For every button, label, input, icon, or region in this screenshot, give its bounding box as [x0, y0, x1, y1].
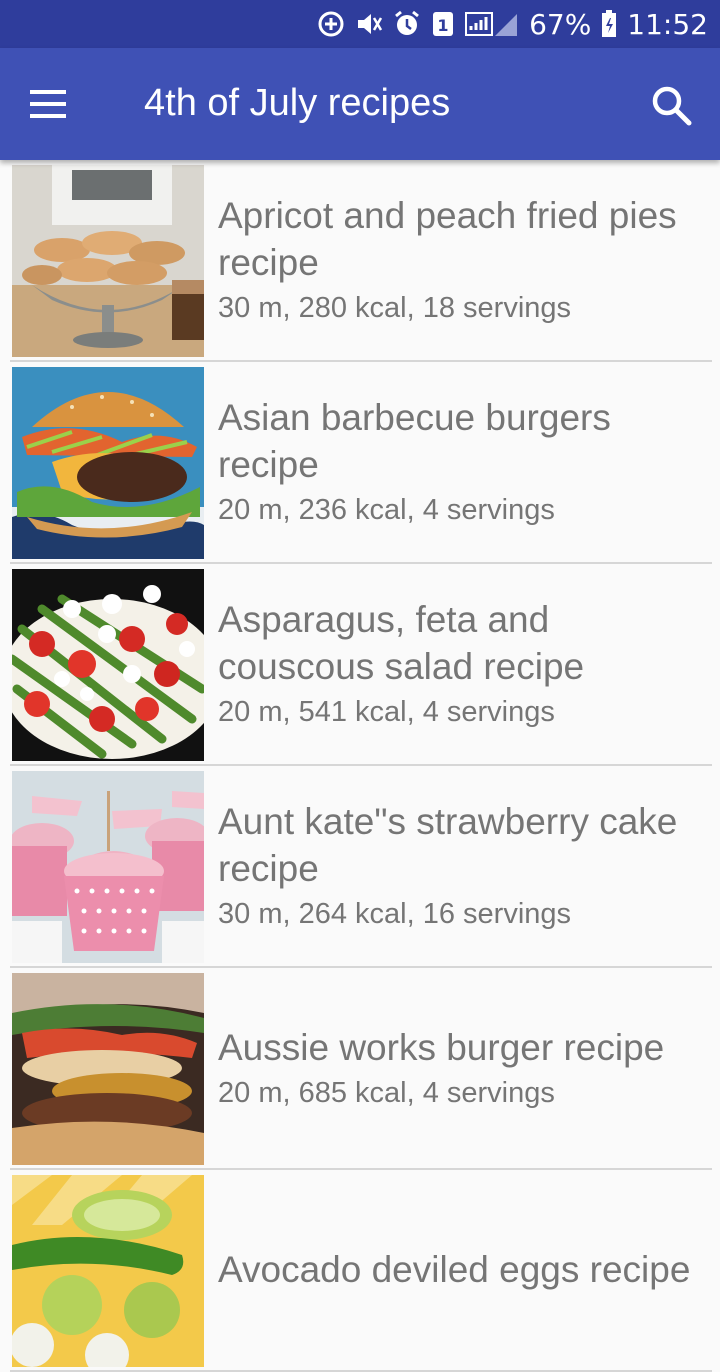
- battery-percent: 67%: [529, 7, 592, 41]
- list-item[interactable]: Asian barbecue burgers recipe 20 m, 236 …: [10, 362, 712, 564]
- recipe-title: Aunt kate"s strawberry cake recipe: [218, 801, 678, 889]
- cupcake-photo: [12, 771, 204, 963]
- recipe-text: Aunt kate"s strawberry cake recipe 30 m,…: [218, 766, 712, 966]
- list-item[interactable]: Avocado deviled eggs recipe: [10, 1170, 712, 1372]
- recipe-meta: 30 m, 264 kcal, 16 servings: [218, 898, 572, 930]
- recipe-meta: 30 m, 280 kcal, 18 servings: [218, 292, 572, 324]
- status-bar: 1 67% 11:52: [0, 0, 720, 48]
- battery-icon: [601, 10, 617, 38]
- avocado-eggs-photo: [12, 1175, 204, 1367]
- recipe-meta: 20 m, 685 kcal, 4 servings: [218, 1076, 555, 1109]
- svg-text:1: 1: [437, 16, 448, 35]
- recipe-title: Apricot and peach fried pies recipe: [218, 195, 677, 283]
- aussie-burger-photo: [12, 973, 204, 1165]
- clock: 11:52: [627, 7, 708, 41]
- sim-icon: 1: [431, 10, 455, 38]
- recipe-title: Asian barbecue burgers recipe: [218, 397, 611, 485]
- salad-photo: [12, 569, 204, 761]
- recipe-text: Aussie works burger recipe 20 m, 685 kca…: [218, 968, 712, 1168]
- recipe-text: Asian barbecue burgers recipe 20 m, 236 …: [218, 362, 712, 562]
- recipe-title: Aussie works burger recipe: [218, 1026, 665, 1068]
- hamburger-menu-icon[interactable]: [28, 84, 84, 124]
- list-item[interactable]: Asparagus, feta and couscous salad recip…: [10, 564, 712, 766]
- list-item[interactable]: Aussie works burger recipe 20 m, 685 kca…: [10, 968, 712, 1170]
- list-item[interactable]: Aunt kate"s strawberry cake recipe 30 m,…: [10, 766, 712, 968]
- mute-icon: [355, 10, 383, 38]
- recipe-title: Avocado deviled eggs recipe: [218, 1248, 691, 1290]
- list-item[interactable]: Apricot and peach fried pies recipe 30 m…: [10, 160, 712, 362]
- app-bar: 4th of July recipes: [0, 48, 720, 160]
- recipe-title: Asparagus, feta and couscous salad recip…: [218, 599, 585, 687]
- search-icon[interactable]: [648, 82, 696, 130]
- signal-icon: [465, 10, 519, 38]
- burger-photo: [12, 367, 204, 559]
- recipe-meta: 20 m, 541 kcal, 4 servings: [218, 696, 555, 728]
- page-title: 4th of July recipes: [144, 82, 451, 124]
- recipe-meta: 20 m, 236 kcal, 4 servings: [218, 494, 555, 526]
- alarm-icon: [393, 10, 421, 38]
- recipe-text: Asparagus, feta and couscous salad recip…: [218, 564, 712, 764]
- recipe-text: Avocado deviled eggs recipe: [218, 1170, 712, 1370]
- data-saver-icon: [317, 10, 345, 38]
- fried-pies-photo: [12, 165, 204, 357]
- recipe-text: Apricot and peach fried pies recipe 30 m…: [218, 160, 712, 360]
